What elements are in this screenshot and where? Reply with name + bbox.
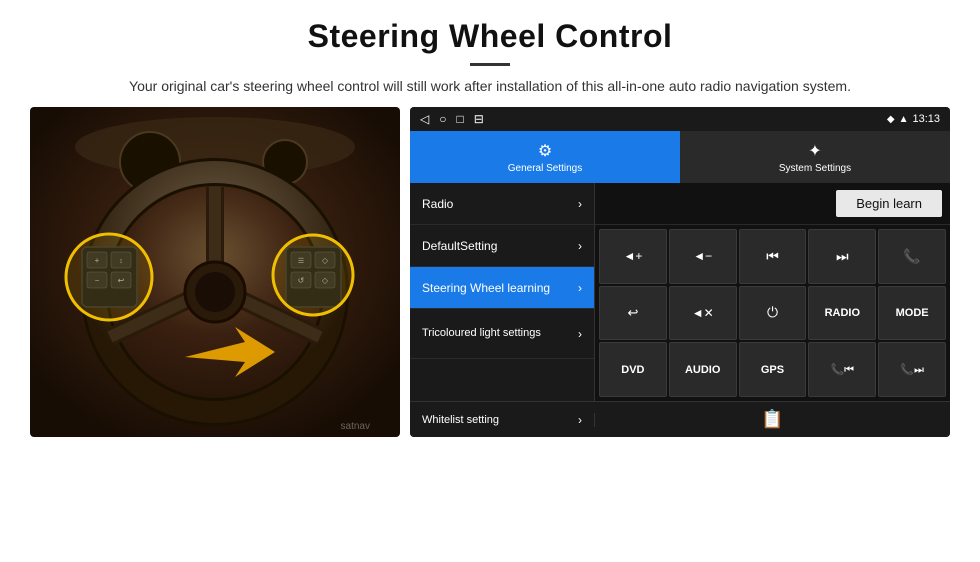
hangup-icon: ↩ [627, 305, 638, 321]
menu-radio-chevron: › [578, 197, 582, 211]
dvd-label: DVD [621, 364, 644, 376]
page-container: Steering Wheel Control Your original car… [0, 0, 980, 562]
phone-prev-icon: 📞⏮ [830, 363, 854, 377]
phone-prev-button[interactable]: 📞⏮ [808, 342, 876, 397]
menu-default-label: DefaultSetting [422, 239, 497, 253]
menu-tricolour-label: Tricoloured light settings [422, 326, 541, 340]
radio-button[interactable]: RADIO [808, 286, 876, 341]
phone-answer-icon: 📞 [903, 248, 920, 265]
skip-fwd-button[interactable]: 📞⏭ [878, 342, 946, 397]
audio-label: AUDIO [685, 364, 720, 376]
vol-up-icon: ◄+ [623, 249, 642, 263]
prev-track-button[interactable]: ⏮ [739, 229, 807, 284]
menu-item-defaultsetting[interactable]: DefaultSetting › [410, 225, 594, 267]
begin-learn-row: Begin learn [595, 183, 950, 225]
status-bar: ◁ ○ □ ⊟ ◆ ▲ 13:13 [410, 107, 950, 131]
whitelist-chevron: › [578, 413, 582, 427]
menu-steering-chevron: › [578, 281, 582, 295]
status-bar-right: ◆ ▲ 13:13 [887, 113, 940, 125]
page-title: Steering Wheel Control [60, 18, 920, 55]
whitelist-row: Whitelist setting › 📋 [410, 401, 950, 437]
dvd-button[interactable]: DVD [599, 342, 667, 397]
right-panel: Begin learn ◄+ ◄− ⏮ [595, 183, 950, 401]
skip-fwd-icon: 📞⏭ [900, 363, 924, 377]
mute-icon: ◄✕ [692, 306, 714, 320]
menu-default-chevron: › [578, 239, 582, 253]
menu-radio-label: Radio [422, 197, 453, 211]
next-track-icon: ⏭ [836, 248, 849, 265]
system-settings-icon: ✦ [808, 141, 821, 161]
power-icon: ⏻ [767, 304, 778, 321]
android-device: ◁ ○ □ ⊟ ◆ ▲ 13:13 ⚙ General Settings [410, 107, 950, 437]
recents-nav-icon[interactable]: □ [456, 112, 463, 126]
mute-button[interactable]: ◄✕ [669, 286, 737, 341]
hangup-button[interactable]: ↩ [599, 286, 667, 341]
tab-system-settings[interactable]: ✦ System Settings [680, 131, 950, 183]
menu-steering-label: Steering Wheel learning [422, 281, 550, 295]
mode-button[interactable]: MODE [878, 286, 946, 341]
vol-down-button[interactable]: ◄− [669, 229, 737, 284]
back-nav-icon[interactable]: ◁ [420, 112, 429, 126]
vol-down-icon: ◄− [693, 249, 712, 263]
whitelist-label: Whitelist setting [422, 414, 499, 426]
main-content: + ↕ − ↩ ☰ ◇ ↺ ◇ [0, 107, 980, 562]
status-time: 13:13 [912, 113, 940, 125]
mode-label: MODE [896, 307, 929, 319]
menu-item-radio[interactable]: Radio › [410, 183, 594, 225]
prev-track-icon: ⏮ [766, 248, 779, 265]
home-nav-icon[interactable]: ○ [439, 112, 446, 126]
tab-system-label: System Settings [779, 163, 851, 174]
menu-tricolour-chevron: › [578, 327, 582, 341]
gps-label: GPS [761, 364, 784, 376]
file-icon: 📋 [761, 409, 783, 430]
general-settings-icon: ⚙ [538, 141, 552, 161]
menu-item-tricolour[interactable]: Tricoloured light settings › [410, 309, 594, 359]
location-icon: ◆ [887, 114, 895, 125]
status-bar-left: ◁ ○ □ ⊟ [420, 112, 484, 126]
whitelist-menu-item[interactable]: Whitelist setting › [410, 413, 595, 427]
begin-learn-button[interactable]: Begin learn [836, 190, 942, 217]
vol-up-button[interactable]: ◄+ [599, 229, 667, 284]
menu-item-steering-wheel[interactable]: Steering Wheel learning › [410, 267, 594, 309]
steering-wheel-svg: + ↕ − ↩ ☰ ◇ ↺ ◇ [30, 107, 400, 437]
next-track-button[interactable]: ⏭ [808, 229, 876, 284]
svg-text:satnav: satnav [341, 421, 370, 432]
gps-button[interactable]: GPS [739, 342, 807, 397]
phone-answer-button[interactable]: 📞 [878, 229, 946, 284]
settings-body: Radio › DefaultSetting › Steering Wheel … [410, 183, 950, 401]
settings-tabs: ⚙ General Settings ✦ System Settings [410, 131, 950, 183]
header-section: Steering Wheel Control Your original car… [0, 0, 980, 107]
wifi-icon: ▲ [899, 114, 909, 125]
menu-list: Radio › DefaultSetting › Steering Wheel … [410, 183, 595, 401]
tab-general-label: General Settings [508, 163, 583, 174]
radio-label: RADIO [825, 307, 860, 319]
control-grid: ◄+ ◄− ⏮ ⏭ 📞 [595, 225, 950, 401]
power-button[interactable]: ⏻ [739, 286, 807, 341]
audio-button[interactable]: AUDIO [669, 342, 737, 397]
whitelist-icon-area: 📋 [595, 409, 950, 430]
subtitle-text: Your original car's steering wheel contr… [110, 76, 870, 97]
title-divider [470, 63, 510, 66]
menu-nav-icon[interactable]: ⊟ [474, 112, 484, 126]
steering-wheel-image: + ↕ − ↩ ☰ ◇ ↺ ◇ [30, 107, 400, 437]
tab-general-settings[interactable]: ⚙ General Settings [410, 131, 680, 183]
